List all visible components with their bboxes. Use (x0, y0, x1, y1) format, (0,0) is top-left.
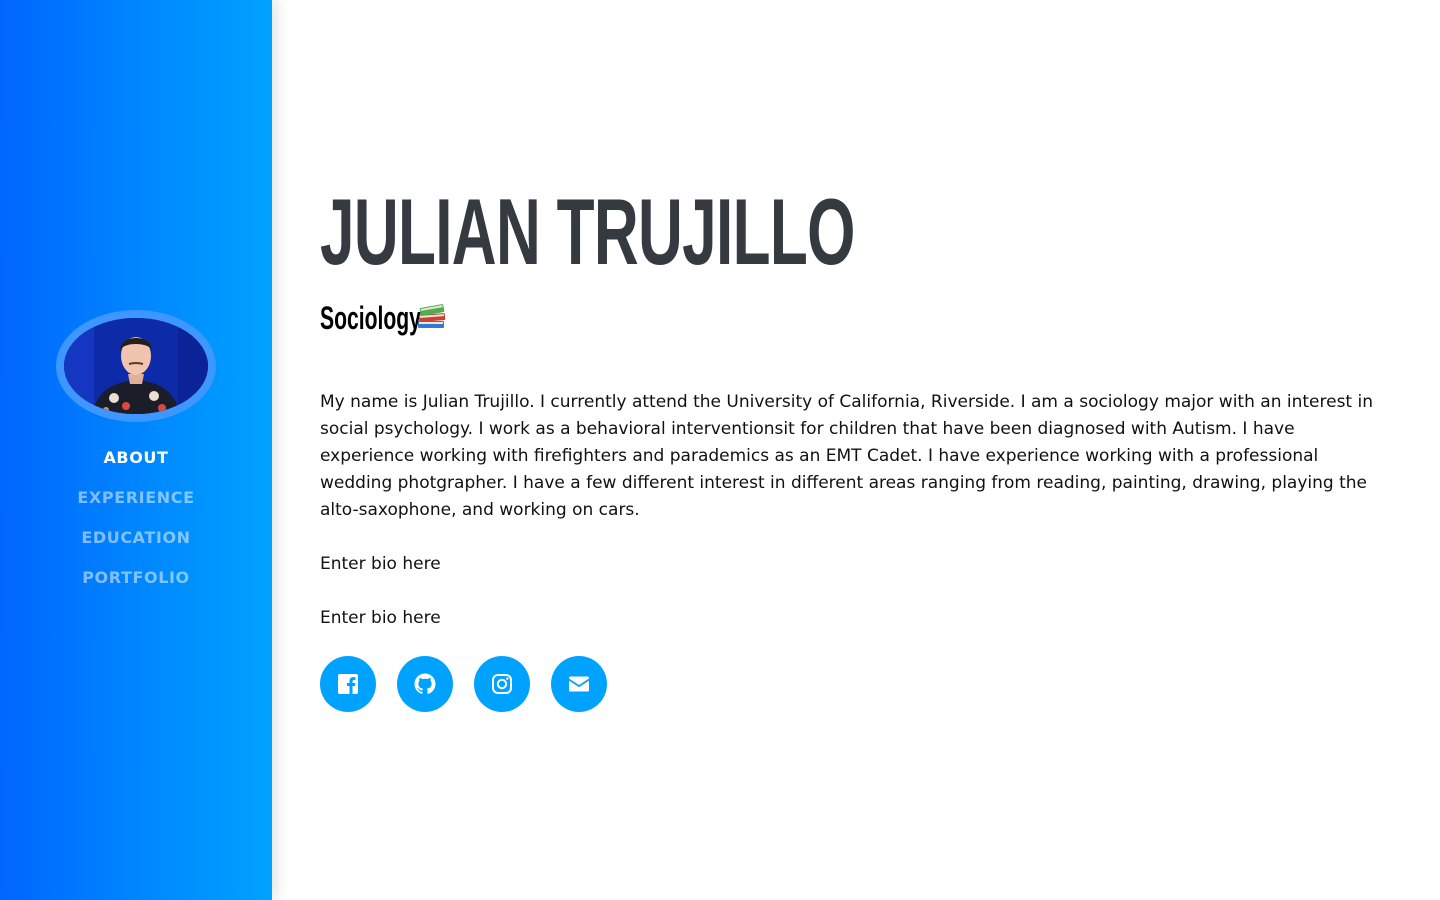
instagram-button[interactable] (474, 656, 531, 712)
nav-experience[interactable]: Experience (0, 480, 272, 520)
bio-paragraph: Enter bio here (320, 608, 441, 628)
page-title: Julian Trujillo (320, 179, 855, 284)
github-button[interactable] (397, 656, 454, 712)
envelope-icon (569, 676, 590, 692)
github-icon (414, 673, 436, 694)
avatar-photo (64, 318, 208, 414)
books-icon (418, 304, 446, 328)
sidebar-nav: About Experience Education Portfolio (0, 440, 272, 600)
nav-education[interactable]: Education (0, 520, 272, 560)
email-button[interactable] (551, 656, 608, 712)
sidebar: About Experience Education Portfolio (0, 0, 272, 900)
nav-portfolio[interactable]: Portfolio (0, 560, 272, 600)
instagram-icon (492, 674, 513, 694)
nav-about[interactable]: About (0, 440, 272, 480)
bio-paragraph: My name is Julian Trujillo. I currently … (320, 392, 1373, 520)
facebook-icon (338, 674, 358, 694)
bio: My name is Julian Trujillo. I currently … (320, 389, 1390, 659)
social-links (320, 656, 623, 712)
avatar[interactable] (56, 310, 216, 422)
bio-paragraph: Enter bio here (320, 554, 441, 574)
facebook-button[interactable] (320, 656, 376, 712)
subtitle: Sociology (320, 300, 421, 336)
